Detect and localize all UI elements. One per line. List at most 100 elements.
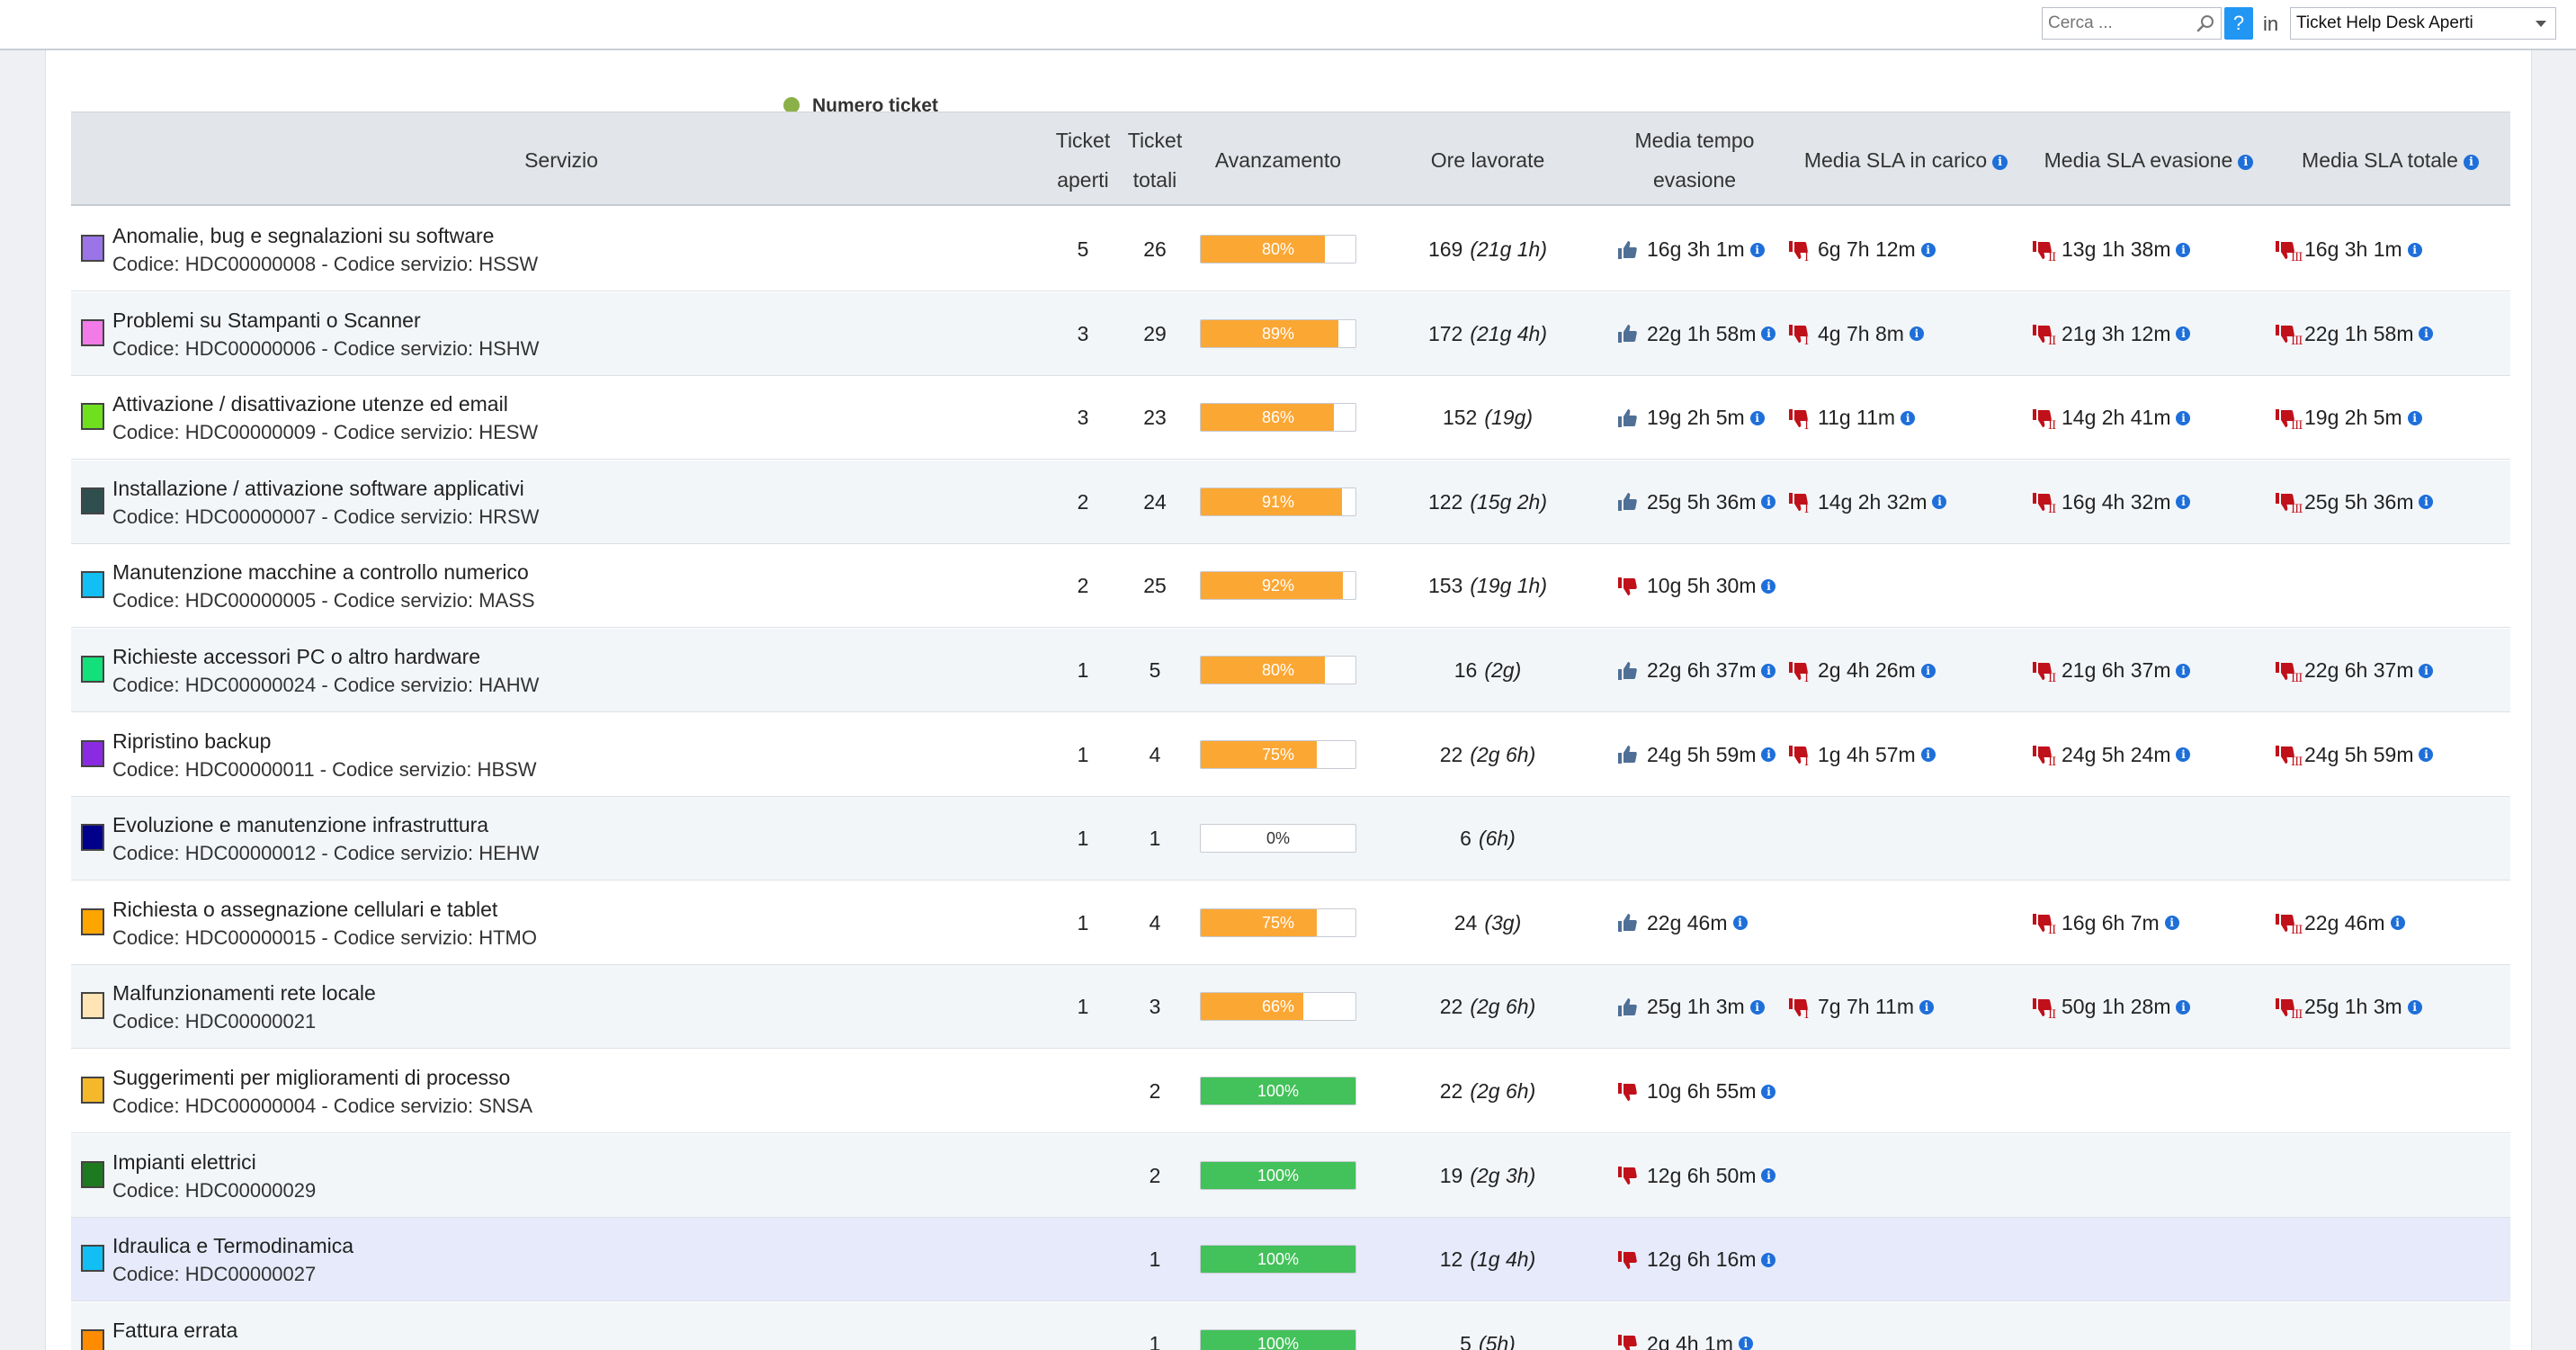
info-icon[interactable]: i — [2407, 999, 2422, 1015]
table-row[interactable]: Attivazione / disattivazione utenze ed e… — [71, 376, 2510, 460]
info-icon[interactable]: i — [2419, 326, 2434, 342]
service-name[interactable]: Ripristino backup — [112, 729, 271, 754]
search-box[interactable] — [2042, 7, 2222, 40]
sla-carico: I 1g 4h 57m i — [1787, 713, 1936, 797]
info-icon[interactable]: i — [2164, 916, 2179, 931]
info-icon[interactable]: i — [1909, 326, 1924, 342]
info-icon[interactable]: i — [2419, 663, 2434, 678]
service-name[interactable]: Attivazione / disattivazione utenze ed e… — [112, 392, 508, 416]
info-icon[interactable]: i — [1749, 410, 1765, 425]
info-icon[interactable]: i — [2407, 410, 2422, 425]
table-row[interactable]: Fattura errata 1 100% 5 (5h) 2g 4h 1m i — [71, 1301, 2510, 1350]
service-name[interactable]: Malfunzionamenti rete locale — [112, 981, 376, 1006]
sla-media: 25g 1h 3m i — [1616, 965, 1765, 1049]
table-row[interactable]: Evoluzione e manutenzione infrastruttura… — [71, 797, 2510, 881]
info-icon[interactable]: i — [2176, 747, 2191, 763]
thumbs-down-icon: II — [2031, 744, 2056, 768]
sla-carico: I 2g 4h 26m i — [1787, 629, 1936, 712]
thumbs-up-icon — [1616, 323, 1638, 344]
sla-value: 22g 46m — [1647, 910, 1728, 934]
service-name[interactable]: Manutenzione macchine a controllo numeri… — [112, 560, 529, 585]
sla-media: 22g 1h 58m i — [1616, 292, 1776, 376]
col-avanzamento[interactable]: Avanzamento — [1191, 112, 1365, 207]
sla-level-label: I — [1804, 418, 1809, 433]
sla-value: 14g 2h 41m — [2062, 406, 2171, 430]
col-sla-totale[interactable]: Media SLA totale i — [2270, 112, 2510, 207]
service-code: Codice: HDC00000029 — [112, 1178, 317, 1202]
col-ticket-totali[interactable]: Ticket totali — [1119, 112, 1191, 207]
info-icon[interactable]: i — [2176, 495, 2191, 510]
ticket-totali: 29 — [1143, 321, 1167, 345]
thumbs-down-icon: II — [2031, 239, 2056, 264]
table-row[interactable]: Impianti elettrici Codice: HDC00000029 2… — [71, 1133, 2510, 1218]
service-name[interactable]: Fattura errata — [112, 1319, 237, 1343]
ticket-aperti — [1051, 1134, 1114, 1218]
col-ore-lavorate[interactable]: Ore lavorate — [1389, 112, 1587, 207]
info-icon[interactable]: i — [1992, 154, 2008, 170]
col-sla-evasione[interactable]: Media SLA evasione i — [2027, 112, 2270, 207]
table-row[interactable]: Manutenzione macchine a controllo numeri… — [71, 544, 2510, 629]
sla-value: 6g 7h 12m — [1818, 237, 1916, 261]
service-name[interactable]: Evoluzione e manutenzione infrastruttura — [112, 813, 488, 837]
info-icon[interactable]: i — [1761, 1252, 1776, 1267]
info-icon[interactable]: i — [1761, 326, 1776, 342]
service-name[interactable]: Installazione / attivazione software app… — [112, 477, 524, 501]
col-sla-carico[interactable]: Media SLA in carico i — [1784, 112, 2027, 207]
info-icon[interactable]: i — [1919, 999, 1934, 1015]
info-icon[interactable]: i — [2176, 663, 2191, 678]
table-row[interactable]: Ripristino backup Codice: HDC00000011 - … — [71, 712, 2510, 797]
info-icon[interactable]: i — [1749, 242, 1765, 257]
view-select[interactable]: Ticket Help Desk Aperti — [2290, 7, 2556, 40]
info-icon[interactable]: i — [1761, 1084, 1776, 1099]
table-row[interactable]: Problemi su Stampanti o Scanner Codice: … — [71, 291, 2510, 376]
info-icon[interactable]: i — [1749, 999, 1765, 1015]
info-icon[interactable]: i — [2407, 242, 2422, 257]
service-name[interactable]: Anomalie, bug e segnalazioni su software — [112, 224, 494, 248]
table-row[interactable]: Idraulica e Termodinamica Codice: HDC000… — [71, 1218, 2510, 1302]
table-row[interactable]: Suggerimenti per miglioramenti di proces… — [71, 1050, 2510, 1133]
info-icon[interactable]: i — [2176, 326, 2191, 342]
info-icon[interactable]: i — [1920, 663, 1936, 678]
info-icon[interactable]: i — [1901, 410, 1916, 425]
info-icon[interactable]: i — [2176, 410, 2191, 425]
progress-label: 80% — [1261, 240, 1295, 258]
info-icon[interactable]: i — [1761, 578, 1776, 594]
service-name[interactable]: Impianti elettrici — [112, 1150, 256, 1175]
service-name[interactable]: Richieste accessori PC o altro hardware — [112, 645, 480, 669]
table-row[interactable]: Richiesta o assegnazione cellulari e tab… — [71, 881, 2510, 965]
table-row[interactable]: Malfunzionamenti rete locale Codice: HDC… — [71, 965, 2510, 1050]
table-row[interactable]: Installazione / attivazione software app… — [71, 460, 2510, 544]
col-servizio[interactable]: Servizio — [71, 112, 1051, 207]
service-name[interactable]: Richiesta o assegnazione cellulari e tab… — [112, 898, 497, 922]
table-row[interactable]: Anomalie, bug e segnalazioni su software… — [71, 208, 2510, 291]
info-icon[interactable]: i — [2419, 747, 2434, 763]
table-row[interactable]: Richieste accessori PC o altro hardware … — [71, 629, 2510, 712]
info-icon[interactable]: i — [2419, 495, 2434, 510]
sla-value: 22g 6h 37m — [1647, 658, 1757, 682]
info-icon[interactable]: i — [2238, 154, 2254, 170]
service-name[interactable]: Suggerimenti per miglioramenti di proces… — [112, 1066, 510, 1090]
info-icon[interactable]: i — [2463, 154, 2479, 170]
search-icon[interactable] — [2196, 13, 2215, 33]
info-icon[interactable]: i — [1738, 1337, 1753, 1350]
info-icon[interactable]: i — [2176, 242, 2191, 257]
info-icon[interactable]: i — [1932, 495, 1947, 510]
service-name[interactable]: Problemi su Stampanti o Scanner — [112, 308, 421, 333]
info-icon[interactable]: i — [1920, 747, 1936, 763]
thumbs-down-icon: I — [1787, 239, 1809, 264]
info-icon[interactable]: i — [1761, 663, 1776, 678]
info-icon[interactable]: i — [1920, 242, 1936, 257]
search-input[interactable] — [2043, 8, 2187, 39]
col-ticket-aperti[interactable]: Ticket aperti — [1047, 112, 1119, 207]
info-icon[interactable]: i — [2176, 999, 2191, 1015]
info-icon[interactable]: i — [1732, 916, 1748, 931]
info-icon[interactable]: i — [2390, 916, 2405, 931]
info-icon[interactable]: i — [1761, 495, 1776, 510]
sla-evasione: II 13g 1h 38m i — [2031, 208, 2191, 291]
help-button[interactable]: ? — [2224, 7, 2253, 40]
service-name[interactable]: Idraulica e Termodinamica — [112, 1234, 353, 1258]
col-media-tempo-evasione[interactable]: Media tempo evasione — [1605, 112, 1784, 207]
info-icon[interactable]: i — [1761, 1168, 1776, 1184]
thumbs-down-icon: III — [2274, 997, 2303, 1021]
info-icon[interactable]: i — [1761, 747, 1776, 763]
